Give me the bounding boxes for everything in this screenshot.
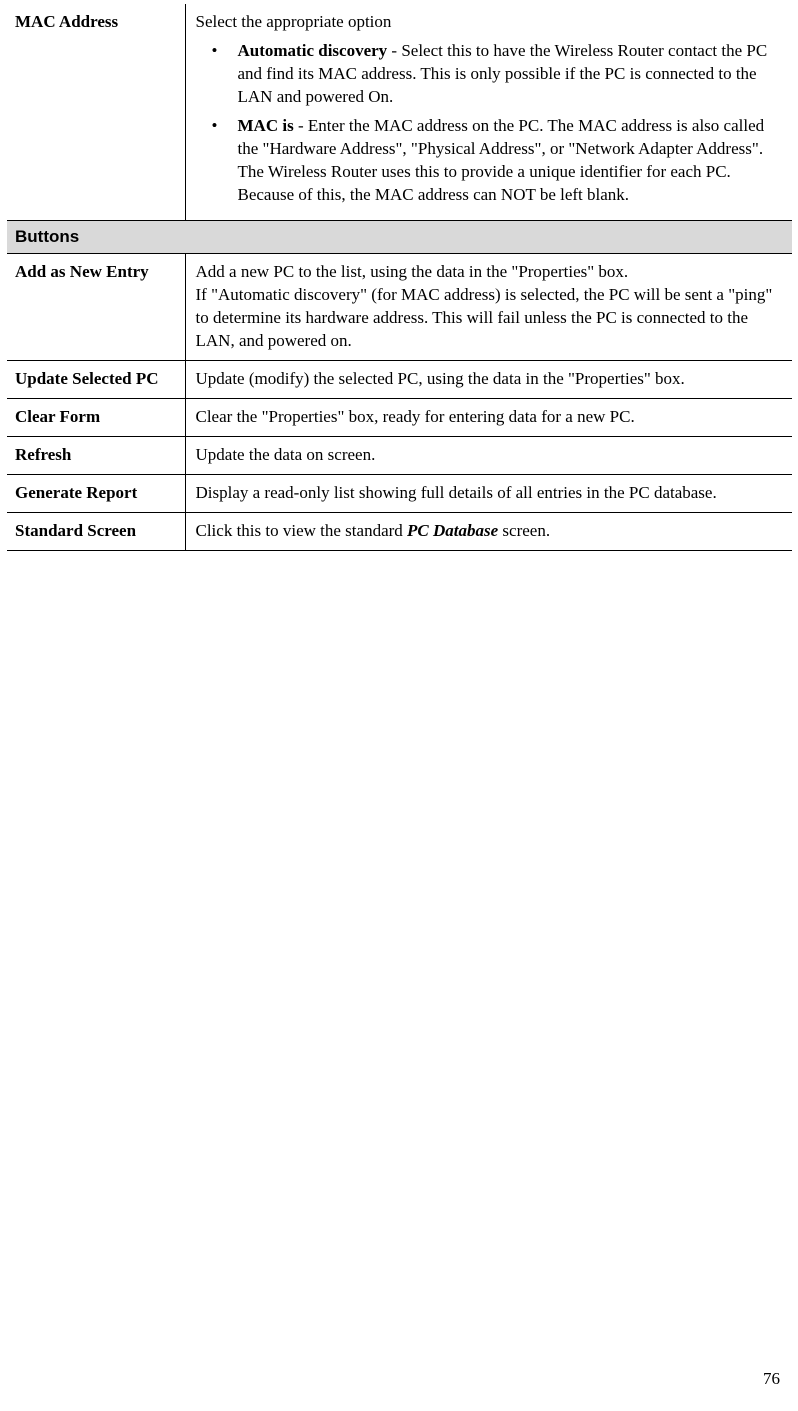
desc-pre: Click this to view the standard bbox=[196, 521, 408, 540]
row-desc: Update the data on screen. bbox=[185, 437, 792, 475]
page-content: MAC Address Select the appropriate optio… bbox=[0, 0, 798, 555]
table-row: Standard Screen Click this to view the s… bbox=[7, 512, 792, 550]
section-header: Buttons bbox=[7, 220, 792, 254]
desc-em: PC Database bbox=[407, 521, 498, 540]
row-label: MAC Address bbox=[7, 4, 185, 220]
row-desc: Click this to view the standard PC Datab… bbox=[185, 512, 792, 550]
desc-line: If "Automatic discovery" (for MAC addres… bbox=[196, 284, 783, 353]
row-desc: Add a new PC to the list, using the data… bbox=[185, 254, 792, 361]
row-desc: Select the appropriate option Automatic … bbox=[185, 4, 792, 220]
row-label: Standard Screen bbox=[7, 512, 185, 550]
row-desc: Display a read-only list showing full de… bbox=[185, 475, 792, 513]
list-item: Automatic discovery - Select this to hav… bbox=[196, 40, 783, 109]
desc-line: Add a new PC to the list, using the data… bbox=[196, 261, 783, 284]
bullet-rest: - Enter the MAC address on the PC. The M… bbox=[238, 116, 765, 204]
page-number: 76 bbox=[763, 1368, 780, 1391]
definitions-table: MAC Address Select the appropriate optio… bbox=[7, 4, 792, 551]
row-label: Add as New Entry bbox=[7, 254, 185, 361]
section-header-row: Buttons bbox=[7, 220, 792, 254]
row-label: Update Selected PC bbox=[7, 361, 185, 399]
table-row: Generate Report Display a read-only list… bbox=[7, 475, 792, 513]
bullet-list: Automatic discovery - Select this to hav… bbox=[196, 40, 783, 207]
list-item: MAC is - Enter the MAC address on the PC… bbox=[196, 115, 783, 207]
row-label: Generate Report bbox=[7, 475, 185, 513]
intro-text: Select the appropriate option bbox=[196, 11, 783, 34]
bullet-bold: Automatic discovery bbox=[238, 41, 388, 60]
row-label: Refresh bbox=[7, 437, 185, 475]
table-row: Refresh Update the data on screen. bbox=[7, 437, 792, 475]
row-desc: Clear the "Properties" box, ready for en… bbox=[185, 399, 792, 437]
table-row: Update Selected PC Update (modify) the s… bbox=[7, 361, 792, 399]
table-row: Clear Form Clear the "Properties" box, r… bbox=[7, 399, 792, 437]
table-row: MAC Address Select the appropriate optio… bbox=[7, 4, 792, 220]
table-row: Add as New Entry Add a new PC to the lis… bbox=[7, 254, 792, 361]
row-label: Clear Form bbox=[7, 399, 185, 437]
row-desc: Update (modify) the selected PC, using t… bbox=[185, 361, 792, 399]
desc-post: screen. bbox=[498, 521, 550, 540]
bullet-bold: MAC is bbox=[238, 116, 294, 135]
